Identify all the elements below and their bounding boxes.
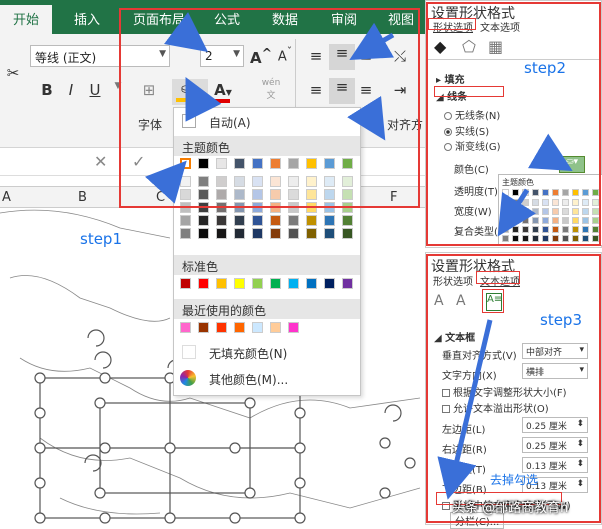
instruction-arrows: [145, 12, 573, 500]
watermark-text: 头条 @邰路商教育h: [452, 501, 569, 516]
